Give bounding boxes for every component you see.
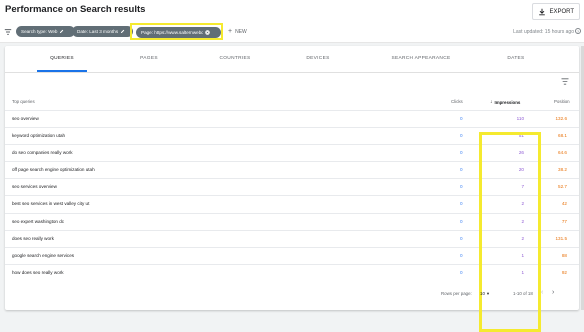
page-title: Performance on Search results — [5, 4, 146, 15]
tab-dates[interactable]: DATES — [476, 56, 556, 61]
impressions-cell: 110 — [516, 116, 524, 121]
header-bar: Performance on Search results EXPORT — [0, 0, 584, 23]
close-icon[interactable] — [205, 29, 210, 35]
table-row[interactable]: keyword optimization utah 0 51 68.1 — [5, 127, 579, 144]
tab-pages[interactable]: PAGES — [109, 56, 189, 61]
query-cell: seo expert washington dc — [12, 218, 65, 224]
query-cell: does seo really work — [12, 235, 54, 241]
page-chip-highlight: Page: https://www.salternwebdn... — [130, 23, 223, 40]
table-row[interactable]: best seo services in west valley city ut… — [5, 195, 579, 212]
table-row[interactable]: google search engine services 0 1 88 — [5, 246, 579, 264]
header-impressions-label: Impressions — [494, 99, 521, 105]
position-cell: 132.6 — [555, 116, 568, 121]
impressions-cell: 20 — [518, 167, 524, 173]
impressions-cell: 2 — [521, 218, 524, 224]
header-impressions[interactable]: ↓ Impressions — [490, 99, 520, 105]
results-card: QUERIES PAGES COUNTRIES DEVICES SEARCH A… — [5, 46, 579, 332]
export-label: EXPORT — [549, 8, 574, 15]
clicks-cell: 0 — [460, 201, 463, 207]
rows-per-page-select[interactable]: 10 ▾ — [480, 291, 489, 297]
clicks-cell: 0 — [460, 269, 463, 275]
query-cell: seo overview — [12, 116, 39, 121]
chip-label: Date: Last 3 months — [77, 29, 119, 34]
impressions-cell: 2 — [521, 201, 524, 207]
rows-per-page-value: 10 — [480, 291, 485, 296]
query-cell: keyword optimization utah — [12, 133, 66, 139]
position-cell: 77 — [561, 218, 567, 224]
chip-label: Search type: Web — [21, 29, 58, 34]
plus-icon: + — [228, 28, 233, 35]
table-row[interactable]: do seo companies really work 0 26 64.6 — [5, 144, 579, 161]
new-filter-button[interactable]: + NEW — [228, 28, 247, 35]
query-cell: do seo companies really work — [12, 150, 73, 156]
position-cell: 64.6 — [558, 150, 567, 156]
position-cell: 88 — [561, 252, 567, 258]
previous-page-icon[interactable]: ‹ — [541, 289, 543, 296]
pagination: Rows per page: 10 ▾ 1-10 of 18 ‹ › — [5, 289, 579, 304]
clicks-cell: 0 — [460, 184, 463, 190]
table-row[interactable]: how does seo really work 0 1 92 — [5, 263, 579, 281]
impressions-cell: 1 — [521, 269, 524, 275]
sort-arrow-icon: ↓ — [490, 99, 493, 105]
table-row[interactable]: seo expert washington dc 0 2 77 — [5, 212, 579, 230]
position-cell: 131.5 — [555, 235, 568, 241]
position-cell: 38.2 — [558, 167, 567, 173]
clicks-cell: 0 — [460, 235, 463, 241]
tab-devices[interactable]: DEVICES — [278, 56, 358, 61]
header-clicks[interactable]: Clicks — [451, 99, 463, 104]
table-header: Top queries Clicks ↓ Impressions Positio… — [5, 94, 579, 110]
query-cell: best seo services in west valley city ut — [12, 201, 90, 207]
tab-search-appearance[interactable]: SEARCH APPEARANCE — [371, 56, 471, 61]
dropdown-arrow-icon: ▾ — [486, 291, 490, 296]
query-cell: seo services overview — [12, 184, 57, 190]
impressions-cell: 26 — [518, 150, 524, 156]
download-icon — [539, 8, 546, 15]
page-range: 1-10 of 18 — [513, 291, 533, 296]
clicks-cell: 0 — [460, 218, 463, 224]
impressions-cell: 1 — [521, 252, 524, 258]
new-label: NEW — [235, 28, 247, 35]
table-row[interactable]: off page search engine optimization utah… — [5, 161, 579, 178]
chip-label: Page: https://www.salternwebdn... — [141, 29, 203, 35]
position-cell: 42 — [561, 201, 567, 207]
clicks-cell: 0 — [460, 116, 463, 121]
table-row[interactable]: seo services overview 0 7 52.7 — [5, 178, 579, 195]
export-button[interactable]: EXPORT — [532, 3, 580, 20]
clicks-cell: 0 — [460, 252, 463, 258]
clicks-cell: 0 — [460, 150, 463, 156]
last-updated: Last updated: 15 hours ago — [513, 29, 574, 35]
active-tab-indicator — [37, 70, 87, 72]
header-top-queries: Top queries — [12, 99, 35, 104]
date-chip[interactable]: Date: Last 3 months — [72, 26, 133, 37]
query-cell: off page search engine optimization utah — [12, 167, 95, 173]
table-filter-icon[interactable] — [561, 78, 569, 85]
table-row[interactable]: does seo really work 0 2 131.5 — [5, 229, 579, 247]
rows-per-page-label: Rows per page: — [441, 291, 472, 296]
clicks-cell: 0 — [460, 167, 463, 173]
query-cell: how does seo really work — [12, 269, 64, 275]
help-icon[interactable]: ? — [575, 28, 581, 34]
position-cell: 52.7 — [558, 184, 567, 190]
clicks-cell: 0 — [460, 133, 463, 139]
position-cell: 68.1 — [558, 133, 567, 139]
query-cell: google search engine services — [12, 252, 75, 258]
position-cell: 92 — [561, 269, 567, 275]
impressions-cell: 7 — [521, 184, 524, 190]
search-type-chip[interactable]: Search type: Web — [16, 26, 75, 37]
header-position[interactable]: Position — [554, 99, 570, 104]
edit-icon[interactable] — [59, 29, 64, 34]
filter-icon[interactable] — [4, 28, 12, 36]
filter-bar: Search type: Web Date: Last 3 months Pag… — [0, 22, 584, 43]
tab-countries[interactable]: COUNTRIES — [195, 56, 275, 61]
edit-icon[interactable] — [120, 29, 125, 34]
page-chip[interactable]: Page: https://www.salternwebdn... — [136, 26, 221, 38]
table-body: seo overview 0 110 132.6 keyword optimizatio… — [5, 110, 579, 281]
tab-bar: QUERIES PAGES COUNTRIES DEVICES SEARCH A… — [5, 46, 579, 73]
impressions-cell: 2 — [521, 235, 524, 241]
table-row[interactable]: seo overview 0 110 132.6 — [5, 110, 579, 127]
next-page-icon[interactable]: › — [552, 289, 554, 296]
impressions-cell: 51 — [518, 133, 524, 139]
tab-queries[interactable]: QUERIES — [22, 56, 102, 61]
